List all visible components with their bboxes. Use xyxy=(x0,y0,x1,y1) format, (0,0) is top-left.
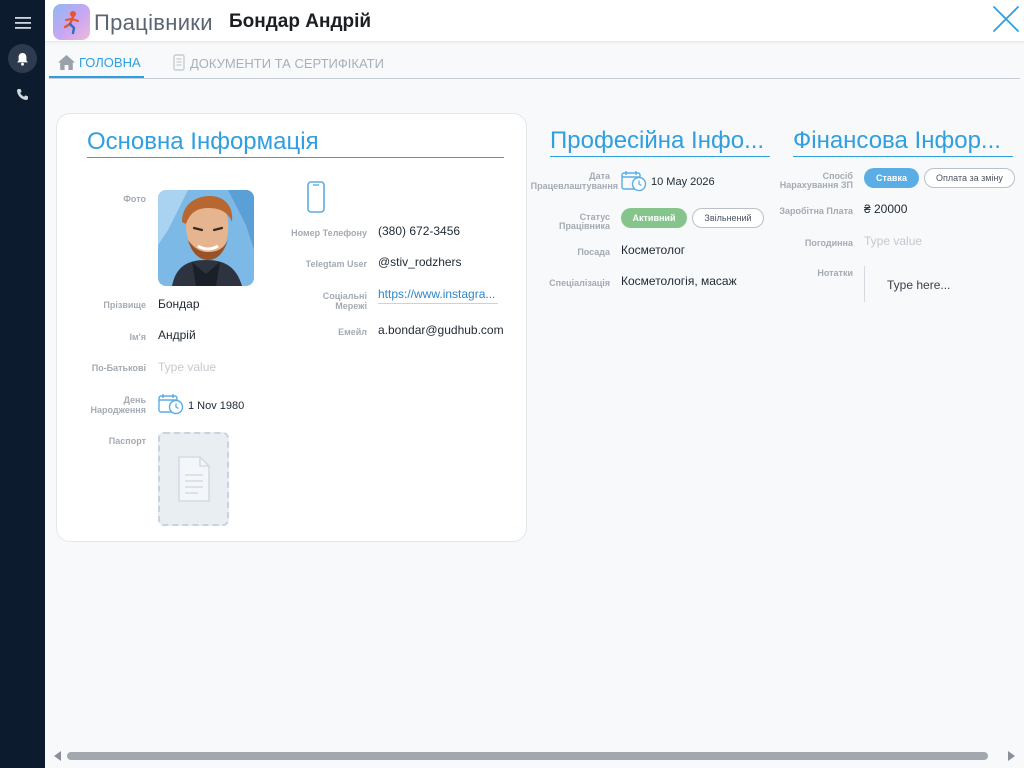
status-label-line2: Працівника xyxy=(558,221,610,231)
patronymic-label: По-Батькові xyxy=(91,363,146,373)
hourly-input[interactable]: Type value xyxy=(864,234,922,248)
birthday-label-line1: День xyxy=(123,395,147,405)
tab-home-label: ГОЛОВНА xyxy=(79,54,141,70)
scrollbar-thumb[interactable] xyxy=(67,752,988,760)
position-value[interactable]: Косметолог xyxy=(621,243,685,257)
avatar[interactable] xyxy=(158,190,254,286)
social-label-line2: Мережі xyxy=(335,301,367,311)
mobile-phone-icon xyxy=(306,181,326,218)
name-label: Ім'я xyxy=(129,332,146,342)
hire-date-label-line1: Дата xyxy=(589,171,610,181)
notes-textarea[interactable]: Type here... xyxy=(864,266,1014,302)
professional-info-title: Професійна Інфо... xyxy=(550,127,770,157)
app-title: Працівники xyxy=(94,10,213,35)
passport-label: Паспорт xyxy=(108,436,146,446)
birthday-label-line2: Народження xyxy=(90,405,147,415)
telegram-label: Telegtam User xyxy=(305,259,367,269)
financial-info-title: Фінансова Інфор... xyxy=(793,127,1013,157)
tab-home[interactable]: ГОЛОВНА xyxy=(49,48,144,78)
phone-label: Номер Телефону xyxy=(291,228,367,238)
calendar-icon[interactable] xyxy=(621,170,647,197)
surname-value[interactable]: Бондар xyxy=(158,297,200,311)
document-placeholder-icon xyxy=(177,456,210,502)
salary-label: Заробітна Плата xyxy=(779,206,853,216)
app-logo xyxy=(53,4,90,40)
salary-value[interactable]: ₴ 20000 xyxy=(864,202,907,216)
left-rail xyxy=(0,0,45,768)
name-value[interactable]: Андрій xyxy=(158,328,196,342)
specialization-label: Спеціалізація xyxy=(549,278,610,288)
home-icon xyxy=(57,54,76,71)
status-active-button[interactable]: Активний xyxy=(621,208,687,228)
horizontal-scrollbar[interactable] xyxy=(49,748,1020,764)
email-value[interactable]: a.bondar@gudhub.com xyxy=(378,323,504,337)
method-rate-button[interactable]: Ставка xyxy=(864,168,919,188)
social-link[interactable]: https://www.instagra... xyxy=(378,287,498,304)
notes-label: Нотатки xyxy=(817,268,853,278)
passport-upload[interactable] xyxy=(158,432,229,526)
tab-documents[interactable]: ДОКУМЕНТИ ТА СЕРТИФІКАТИ xyxy=(171,48,384,78)
bell-icon[interactable] xyxy=(8,44,37,73)
social-label-line1: Соціальні xyxy=(322,291,367,301)
document-icon xyxy=(171,54,187,72)
basic-info-title: Основна Інформація xyxy=(87,128,504,158)
email-label: Емейл xyxy=(338,327,367,337)
position-label: Посада xyxy=(577,247,610,257)
scroll-right-arrow-icon[interactable] xyxy=(1008,751,1015,761)
tab-bar: ГОЛОВНА ДОКУМЕНТИ ТА СЕРТИФІКАТИ xyxy=(49,48,1020,79)
runner-icon xyxy=(63,11,79,35)
calendar-icon[interactable] xyxy=(158,393,184,420)
surname-label: Прізвище xyxy=(103,300,146,310)
hourly-label: Погодинна xyxy=(804,238,853,248)
photo-label: Фото xyxy=(123,194,146,204)
phone-icon[interactable] xyxy=(8,80,37,109)
patronymic-input[interactable]: Type value xyxy=(158,360,216,374)
record-title: Бондар Андрій xyxy=(229,11,372,32)
notes-placeholder: Type here... xyxy=(887,278,951,292)
tab-documents-label: ДОКУМЕНТИ ТА СЕРТИФІКАТИ xyxy=(190,55,384,71)
method-shift-button[interactable]: Оплата за зміну xyxy=(924,168,1015,188)
hire-date-label-line2: Працевлаштування xyxy=(530,181,618,191)
specialization-value[interactable]: Косметологія, масаж xyxy=(621,274,737,288)
menu-icon[interactable] xyxy=(8,8,37,37)
scroll-left-arrow-icon[interactable] xyxy=(54,751,61,761)
close-icon[interactable] xyxy=(991,4,1021,34)
phone-value[interactable]: (380) 672-3456 xyxy=(378,224,460,238)
status-fired-button[interactable]: Звільнений xyxy=(692,208,764,228)
header: Працівники Бондар Андрій xyxy=(45,0,1024,42)
telegram-value[interactable]: @stiv_rodzhers xyxy=(378,255,462,269)
hire-date-value[interactable]: 10 May 2026 xyxy=(651,176,715,188)
birthday-value[interactable]: 1 Nov 1980 xyxy=(188,400,244,412)
salary-method-label-line2: Нарахування ЗП xyxy=(779,180,853,190)
